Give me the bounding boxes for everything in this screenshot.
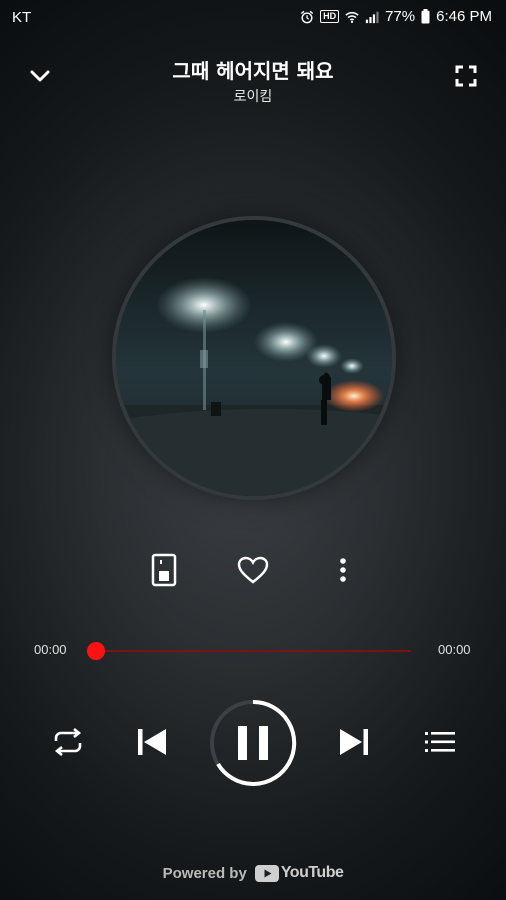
previous-button[interactable] bbox=[134, 724, 170, 760]
youtube-brand: YouTube bbox=[280, 864, 344, 881]
more-button[interactable] bbox=[325, 552, 361, 588]
next-button[interactable] bbox=[336, 724, 372, 760]
hd-icon: HD bbox=[320, 10, 340, 23]
powered-by-label: Powered by bbox=[162, 864, 247, 882]
status-bar: KT HD 77% 6:46 PM bbox=[0, 0, 506, 36]
alarm-icon bbox=[300, 10, 314, 23]
powered-by-youtube: Powered by YouTube bbox=[0, 858, 506, 888]
current-time: 00:00 bbox=[34, 642, 67, 657]
pip-icon bbox=[151, 553, 177, 587]
fullscreen-button[interactable] bbox=[452, 62, 480, 90]
more-vertical-icon bbox=[340, 558, 346, 582]
carrier-label: KT bbox=[12, 9, 32, 26]
battery-icon bbox=[421, 9, 430, 24]
progress-bar: 00:00 00:00 bbox=[0, 638, 506, 664]
signal-icon bbox=[365, 11, 379, 23]
track-actions bbox=[0, 550, 506, 590]
repeat-icon bbox=[54, 727, 82, 757]
next-icon bbox=[340, 729, 368, 755]
repeat-button[interactable] bbox=[50, 726, 86, 758]
playback-controls bbox=[0, 698, 506, 788]
progress-track[interactable] bbox=[96, 650, 411, 652]
progress-thumb[interactable] bbox=[87, 642, 105, 660]
play-pause-button[interactable] bbox=[208, 698, 298, 788]
total-time: 00:00 bbox=[438, 642, 471, 657]
playlist-icon bbox=[425, 732, 455, 752]
battery-percent: 77% bbox=[385, 8, 416, 25]
pip-button[interactable] bbox=[146, 552, 182, 588]
youtube-play-icon bbox=[254, 864, 279, 882]
status-icons: HD 77% 6:46 PM bbox=[300, 8, 492, 25]
youtube-logo: YouTube bbox=[254, 864, 344, 882]
heart-icon bbox=[237, 556, 269, 584]
playlist-button[interactable] bbox=[422, 726, 458, 758]
song-title: 그때 헤어지면 돼요 bbox=[172, 59, 334, 83]
album-art bbox=[116, 220, 392, 496]
player-header: 그때 헤어지면 돼요 로이킴 bbox=[0, 52, 506, 108]
like-button[interactable] bbox=[235, 552, 271, 588]
clock: 6:46 PM bbox=[436, 8, 492, 25]
wifi-icon bbox=[345, 11, 359, 23]
pause-icon bbox=[210, 699, 297, 786]
fullscreen-icon bbox=[455, 65, 477, 87]
previous-icon bbox=[138, 729, 166, 755]
artist-name: 로이킴 bbox=[233, 89, 273, 105]
album-art-image bbox=[116, 220, 392, 496]
